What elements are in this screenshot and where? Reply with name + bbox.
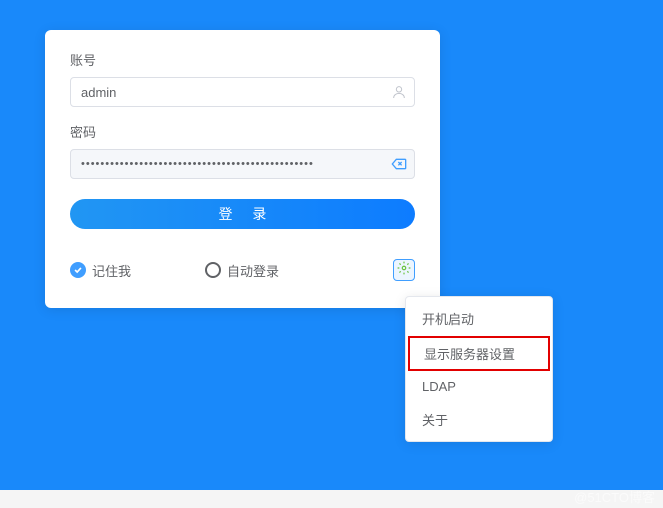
remember-label: 记住我 xyxy=(92,261,131,280)
password-input-wrap xyxy=(70,149,415,179)
user-icon xyxy=(391,84,407,100)
menu-item-about[interactable]: 关于 xyxy=(406,402,552,437)
watermark: @51CTO博客 xyxy=(574,487,655,506)
auto-login-checkbox[interactable]: 自动登录 xyxy=(205,261,279,280)
footer-bar xyxy=(0,490,663,508)
account-input-wrap xyxy=(70,77,415,107)
auto-login-label: 自动登录 xyxy=(227,261,279,280)
options-row: 记住我 自动登录 xyxy=(70,259,415,281)
clear-icon[interactable] xyxy=(391,156,407,172)
account-input[interactable] xyxy=(70,77,415,107)
check-circle-icon xyxy=(70,262,86,278)
menu-item-startup[interactable]: 开机启动 xyxy=(406,301,552,336)
settings-dropdown-menu: 开机启动 显示服务器设置 LDAP 关于 xyxy=(405,296,553,442)
login-card: 账号 密码 登 录 记住我 xyxy=(45,30,440,308)
account-label: 账号 xyxy=(70,50,415,69)
menu-item-server-settings[interactable]: 显示服务器设置 xyxy=(408,336,550,371)
login-button[interactable]: 登 录 xyxy=(70,199,415,229)
password-label: 密码 xyxy=(70,122,415,141)
menu-item-ldap[interactable]: LDAP xyxy=(406,371,552,402)
settings-button[interactable] xyxy=(393,259,415,281)
password-input[interactable] xyxy=(70,149,415,179)
gear-icon xyxy=(397,261,411,280)
remember-me-checkbox[interactable]: 记住我 xyxy=(70,261,131,280)
circle-icon xyxy=(205,262,221,278)
